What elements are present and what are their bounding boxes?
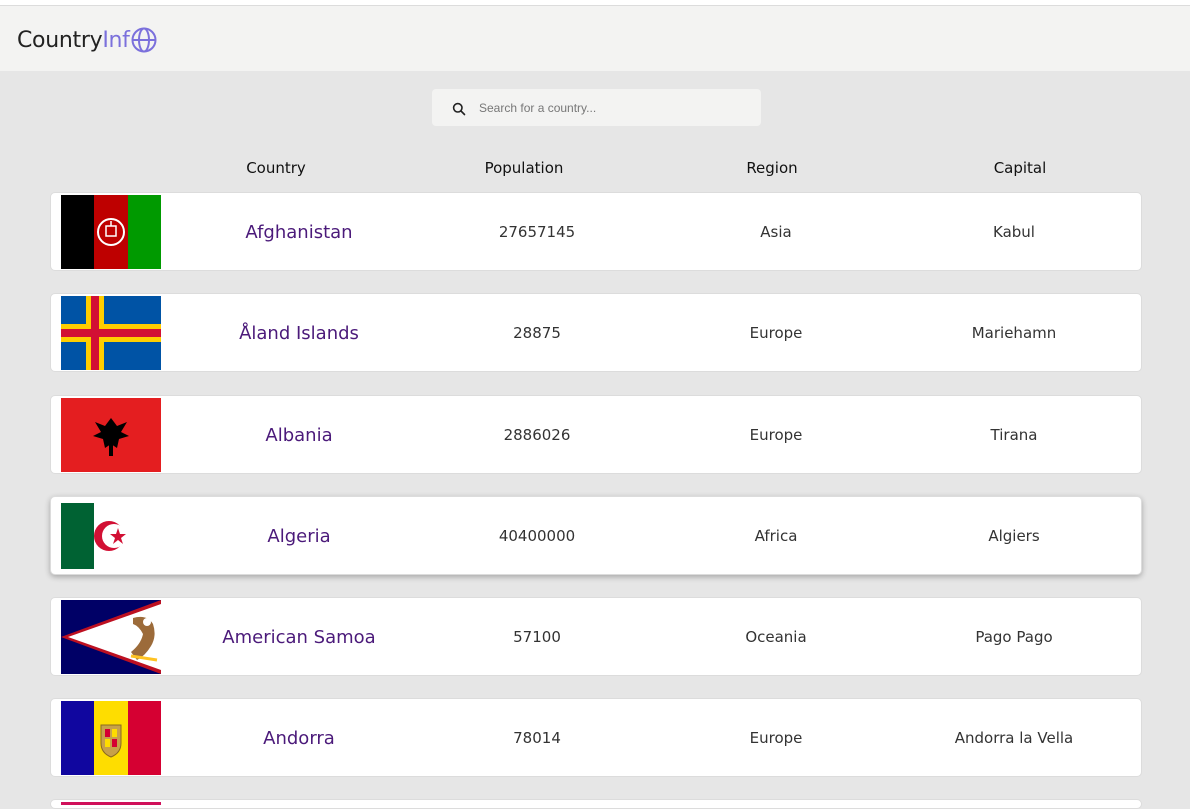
country-name[interactable]: Åland Islands — [179, 294, 419, 373]
search-box[interactable] — [432, 89, 761, 126]
app-logo[interactable]: Country Inf — [17, 27, 157, 53]
region-value: Europe — [749, 729, 803, 747]
column-header-population: Population — [484, 159, 564, 177]
column-header-country: Country — [246, 159, 306, 177]
country-name[interactable]: Afghanistan — [179, 193, 419, 272]
app-header: Country Inf — [0, 5, 1190, 71]
country-row[interactable]: Algeria 40400000 Africa Algiers — [50, 496, 1142, 575]
capital-value: Mariehamn — [971, 324, 1057, 342]
population-value: 2886026 — [503, 426, 571, 444]
flag-albania — [61, 398, 161, 472]
logo-text: Country — [17, 27, 103, 53]
country-row[interactable]: Afghanistan 27657145 Asia Kabul — [50, 192, 1142, 271]
flag-afghanistan — [61, 195, 161, 269]
flag-american-samoa — [61, 600, 161, 674]
population-value: 40400000 — [498, 527, 576, 545]
flag-aland-islands — [61, 296, 161, 370]
capital-value: Algiers — [988, 527, 1040, 545]
country-name[interactable]: American Samoa — [179, 598, 419, 677]
capital-value: Andorra la Vella — [954, 729, 1074, 747]
country-name[interactable]: Andorra — [179, 699, 419, 778]
logo-accent-text: Inf — [102, 27, 130, 53]
country-row[interactable]: Andorra 78014 Europe Andorra la Vella — [50, 698, 1142, 777]
column-header-capital: Capital — [993, 159, 1047, 177]
country-row[interactable]: Albania 2886026 Europe Tirana — [50, 395, 1142, 474]
flag-algeria — [61, 503, 127, 569]
region-value: Africa — [754, 527, 798, 545]
region-value: Europe — [749, 324, 803, 342]
population-value: 78014 — [513, 729, 561, 747]
population-value: 27657145 — [498, 223, 576, 241]
globe-icon — [131, 27, 157, 53]
capital-value: Kabul — [993, 223, 1035, 241]
country-row-partial[interactable] — [50, 799, 1142, 809]
country-row[interactable]: Åland Islands 28875 Europe Mariehamn — [50, 293, 1142, 372]
country-row[interactable]: American Samoa 57100 Oceania Pago Pago — [50, 597, 1142, 676]
country-name[interactable]: Albania — [179, 396, 419, 475]
capital-value: Pago Pago — [975, 628, 1053, 646]
search-input[interactable] — [477, 99, 741, 116]
region-value: Oceania — [745, 628, 807, 646]
capital-value: Tirana — [990, 426, 1038, 444]
column-header-region: Region — [746, 159, 798, 177]
search-icon — [452, 101, 466, 115]
region-value: Europe — [749, 426, 803, 444]
population-value: 28875 — [513, 324, 561, 342]
population-value: 57100 — [513, 628, 561, 646]
region-value: Asia — [760, 223, 792, 241]
flag-andorra — [61, 701, 161, 775]
country-name[interactable]: Algeria — [179, 497, 419, 576]
